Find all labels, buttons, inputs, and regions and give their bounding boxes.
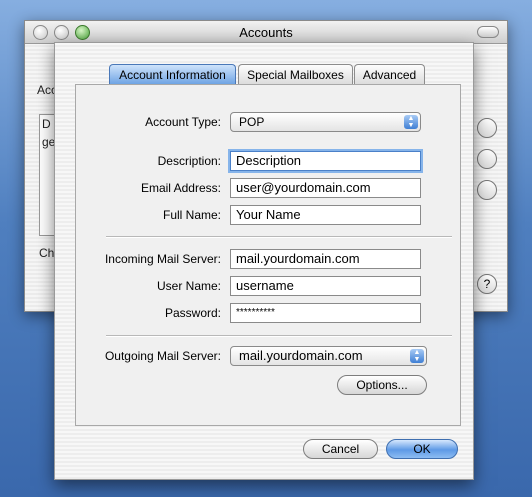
description-field[interactable]: Description — [230, 151, 421, 171]
password-label: Password: — [164, 306, 221, 320]
help-icon[interactable]: ? — [477, 274, 497, 294]
account-sheet: Account Information Special Mailboxes Ad… — [54, 42, 474, 480]
outgoing-mail-server-label: Outgoing Mail Server: — [104, 349, 221, 363]
ok-button[interactable]: OK — [386, 439, 458, 459]
account-type-popup[interactable]: POP ▲ ▼ — [230, 112, 421, 132]
popup-arrows-icon: ▲ ▼ — [410, 349, 424, 363]
cancel-button[interactable]: Cancel — [303, 439, 378, 459]
options-button[interactable]: Options... — [337, 375, 427, 395]
account-type-label: Account Type: — [145, 115, 221, 129]
full-name-label: Full Name: — [162, 208, 221, 222]
email-address-field[interactable]: user@yourdomain.com — [230, 178, 421, 198]
window-title: Accounts — [239, 25, 293, 40]
section-divider — [106, 335, 452, 337]
email-address-label: Email Address: — [140, 181, 221, 195]
window-titlebar: Accounts — [25, 21, 507, 44]
section-divider — [106, 236, 452, 238]
background-text-fragment: Ch — [39, 246, 55, 260]
edit-account-button[interactable] — [477, 149, 497, 169]
outgoing-mail-server-popup[interactable]: mail.yourdomain.com ▲ ▼ — [230, 346, 427, 366]
incoming-mail-server-label: Incoming Mail Server: — [104, 252, 221, 266]
add-account-button[interactable] — [477, 118, 497, 138]
description-label: Description: — [157, 154, 221, 168]
outgoing-mail-server-value: mail.yourdomain.com — [239, 348, 363, 363]
toolbar-toggle-button[interactable] — [477, 26, 499, 38]
account-type-value: POP — [239, 115, 265, 129]
user-name-label: User Name: — [156, 279, 221, 293]
tab-account-information[interactable]: Account Information — [109, 64, 236, 84]
account-information-panel: Account Type: POP ▲ ▼ Description: Descri… — [75, 84, 461, 426]
popup-arrows-icon: ▲ ▼ — [404, 115, 418, 129]
password-field[interactable]: ********** — [230, 303, 421, 323]
tab-special-mailboxes[interactable]: Special Mailboxes — [238, 64, 353, 84]
full-name-field[interactable]: Your Name — [230, 205, 421, 225]
tab-advanced[interactable]: Advanced — [354, 64, 425, 84]
remove-account-button[interactable] — [477, 180, 497, 200]
incoming-mail-server-field[interactable]: mail.yourdomain.com — [230, 249, 421, 269]
user-name-field[interactable]: username — [230, 276, 421, 296]
list-header: D — [42, 117, 51, 131]
